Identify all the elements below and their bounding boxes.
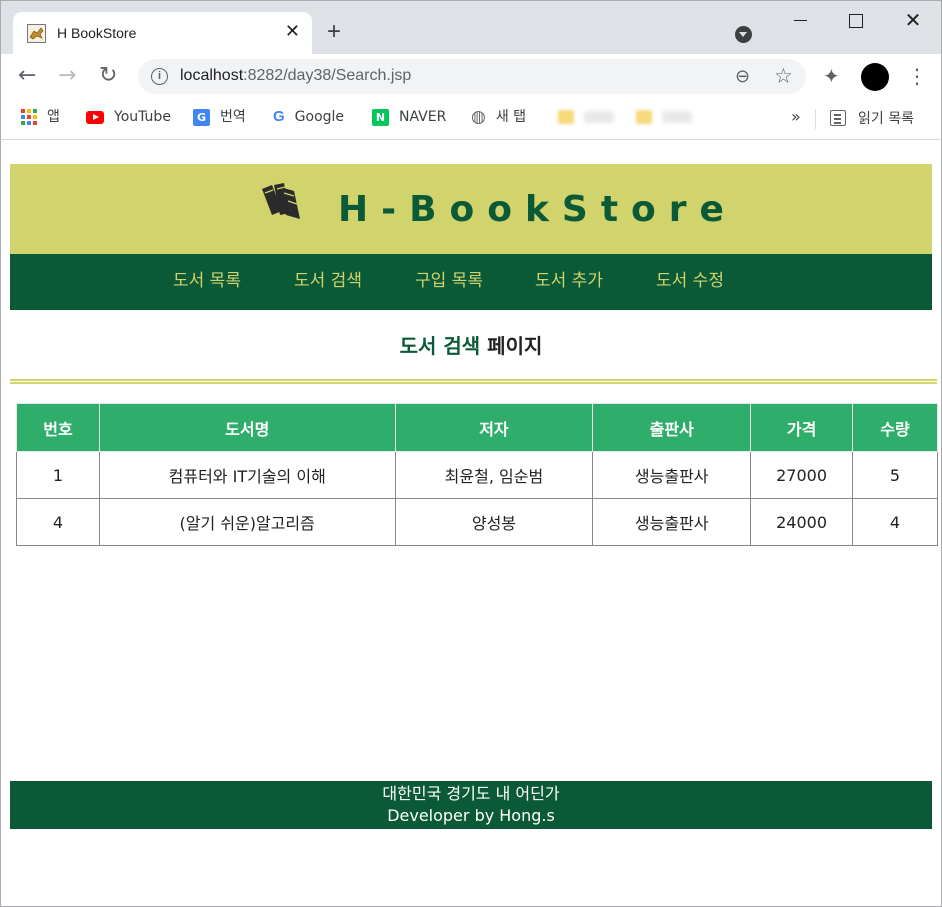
window-close-button[interactable]: ✕ [901, 9, 925, 33]
col-header-quantity: 수량 [852, 403, 938, 452]
col-header-title: 도서명 [98, 403, 396, 452]
profile-avatar[interactable] [861, 63, 889, 91]
bookmark-folder-blurred[interactable] [636, 108, 692, 128]
new-tab-button[interactable]: + [327, 19, 341, 45]
bookmarks-divider [815, 109, 816, 129]
bookmark-apps[interactable]: 앱 [21, 108, 60, 128]
url-host: localhost [180, 67, 244, 84]
bookmark-label: NAVER [399, 109, 447, 125]
browser-tab-strip: H BookStore ✕ + ✕ [0, 0, 942, 55]
cell-publisher: 생능출판사 [592, 451, 752, 499]
cell-price: 27000 [750, 451, 854, 499]
bookmark-label: 새 탭 [495, 109, 527, 125]
tab-close-icon[interactable]: ✕ [285, 22, 300, 42]
browser-tab[interactable]: H BookStore ✕ [13, 12, 312, 55]
address-bar[interactable]: i localhost:8282/day38/Search.jsp ⊖ ☆ [138, 59, 806, 94]
footer-credit: Developer by Hong.s [387, 806, 555, 825]
cell-quantity: 4 [852, 498, 938, 546]
cell-number: 1 [16, 451, 100, 499]
bookmark-new-tab[interactable]: ◍ 새 탭 [471, 108, 526, 128]
tab-search-icon[interactable] [735, 26, 752, 43]
col-header-publisher: 출판사 [592, 403, 752, 452]
naver-icon: N [372, 108, 389, 126]
double-divider [10, 379, 937, 384]
site-footer: 대한민국 경기도 내 어딘가 Developer by Hong.s [10, 781, 932, 829]
reading-list-icon[interactable] [830, 110, 846, 126]
forward-arrow-icon[interactable]: → [58, 64, 76, 88]
cell-title: (알기 쉬운)알고리즘 [98, 498, 396, 546]
col-header-number: 번호 [16, 403, 100, 452]
table-row: 1 컴퓨터와 IT기술의 이해 최윤철, 임순범 생능출판사 27000 5 [16, 451, 938, 499]
bookmark-label: YouTube [114, 109, 171, 125]
tab-title: H BookStore [57, 25, 137, 41]
folder-icon [558, 110, 574, 124]
col-header-price: 가격 [750, 403, 854, 452]
back-arrow-icon[interactable]: ← [18, 64, 36, 88]
cell-number: 4 [16, 498, 100, 546]
page-title-rest: 페이지 [487, 334, 543, 358]
bookmark-translate[interactable]: G 번역 [193, 108, 246, 128]
apps-grid-icon [21, 109, 37, 125]
site-info-icon[interactable]: i [151, 68, 168, 85]
bookmark-label: 앱 [47, 109, 60, 125]
browser-toolbar: ← → ↻ i localhost:8282/day38/Search.jsp … [0, 54, 942, 100]
url-path: :8282/day38/Search.jsp [243, 67, 412, 84]
cell-title: 컴퓨터와 IT기술의 이해 [98, 451, 396, 499]
youtube-icon [86, 110, 104, 124]
nav-book-edit[interactable]: 도서 수정 [656, 270, 724, 292]
folder-icon [636, 110, 652, 124]
reload-icon[interactable]: ↻ [99, 64, 117, 88]
window-maximize-button[interactable] [844, 9, 868, 33]
table-row: 4 (알기 쉬운)알고리즘 양성봉 생능출판사 24000 4 [16, 498, 938, 546]
book-search-results-table: 번호 도서명 저자 출판사 가격 수량 1 컴퓨터와 IT기술의 이해 최윤철,… [16, 403, 938, 546]
cell-publisher: 생능출판사 [592, 498, 752, 546]
bookmark-folder-blurred[interactable] [558, 108, 614, 128]
zoom-icon[interactable]: ⊖ [735, 66, 750, 87]
page-title: 도서 검색 페이지 [0, 333, 942, 359]
window-minimize-button[interactable] [789, 9, 813, 33]
bookmark-naver[interactable]: N NAVER [372, 108, 446, 128]
globe-icon: ◍ [471, 107, 486, 127]
reading-list-label[interactable]: 읽기 목록 [858, 108, 914, 128]
cell-price: 24000 [750, 498, 854, 546]
bookmark-youtube[interactable]: YouTube [86, 108, 171, 128]
nav-book-add[interactable]: 도서 추가 [535, 270, 603, 292]
google-icon: G [273, 108, 285, 125]
cell-quantity: 5 [852, 451, 938, 499]
col-header-author: 저자 [394, 403, 594, 452]
tomcat-favicon-icon [27, 24, 46, 43]
nav-book-search[interactable]: 도서 검색 [294, 270, 362, 292]
site-header-banner: H-BookStore [10, 164, 932, 254]
bookmark-label: Google [294, 109, 345, 125]
extensions-puzzle-icon[interactable]: ✦ [823, 64, 840, 88]
translate-icon: G [193, 108, 210, 126]
table-header-row: 번호 도서명 저자 출판사 가격 수량 [16, 403, 938, 452]
page-title-highlight: 도서 검색 [399, 334, 481, 358]
cell-author: 양성봉 [394, 498, 594, 546]
cell-author: 최윤철, 임순범 [394, 451, 594, 499]
main-nav: 도서 목록 도서 검색 구입 목록 도서 추가 도서 수정 [10, 254, 932, 310]
bookmark-star-icon[interactable]: ☆ [774, 64, 793, 88]
bookmark-label: 번역 [220, 109, 246, 125]
bookmark-google[interactable]: G Google [273, 108, 344, 128]
browser-menu-icon[interactable]: ⋮ [907, 63, 927, 89]
books-logo-icon [262, 183, 300, 219]
footer-address: 대한민국 경기도 내 어딘가 [382, 784, 560, 803]
url-text[interactable]: localhost:8282/day38/Search.jsp [180, 67, 411, 85]
nav-purchase-list[interactable]: 구입 목록 [415, 270, 483, 292]
site-brand-title: H-BookStore [338, 189, 737, 230]
bookmarks-bar: 앱 YouTube G 번역 G Google N NAVER ◍ 새 탭 » 읽기 목… [0, 100, 942, 140]
nav-book-list[interactable]: 도서 목록 [173, 270, 241, 292]
bookmarks-more-chevron-icon[interactable]: » [791, 107, 801, 126]
